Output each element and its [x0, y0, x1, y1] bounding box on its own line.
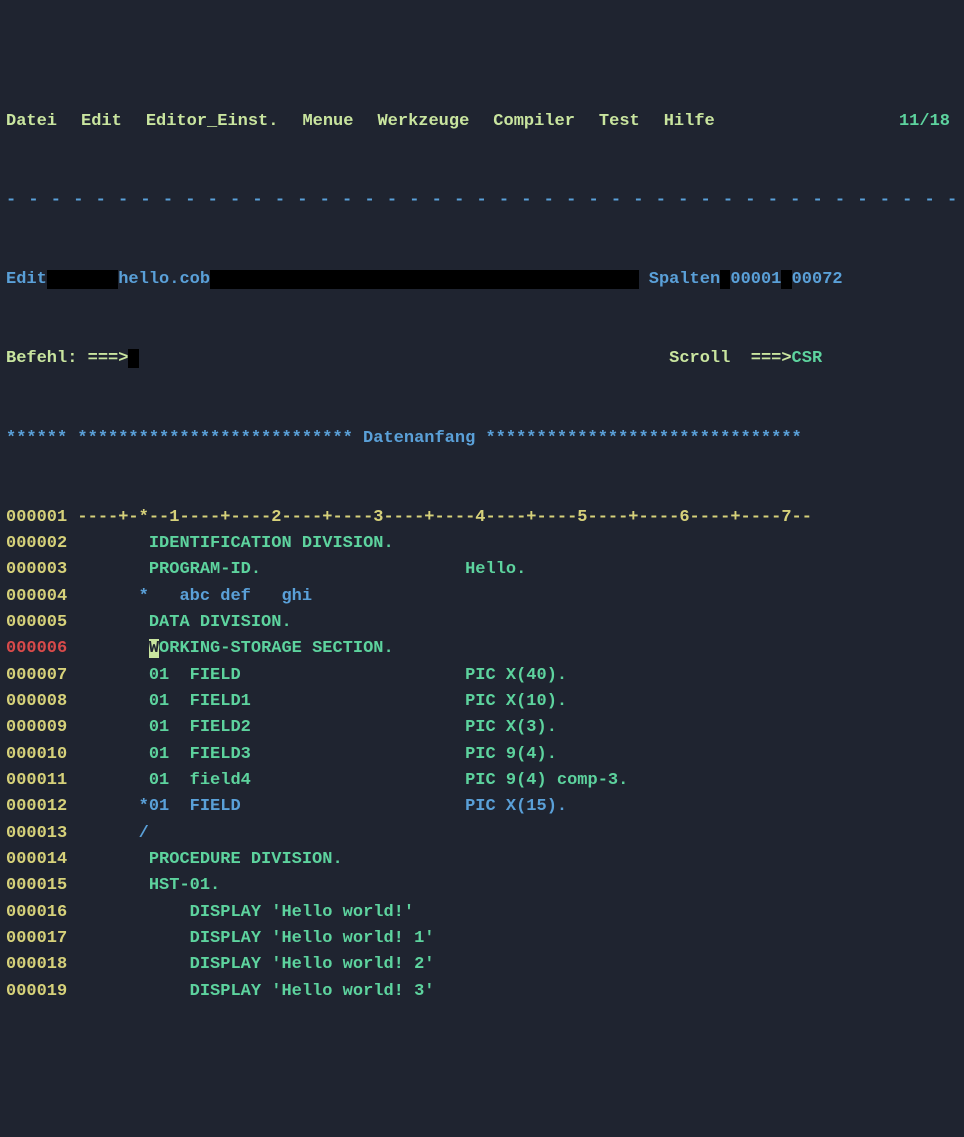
command-row[interactable]: Befehl: ===> Scroll ===>CSR	[6, 346, 958, 372]
code-line[interactable]: 000008 01 FIELD1 PIC X(10).	[6, 689, 958, 715]
scroll-label: Scroll ===>	[669, 349, 791, 368]
menu-hilfe[interactable]: Hilfe	[664, 109, 715, 135]
blank-area	[47, 270, 118, 289]
code-text[interactable]	[77, 639, 148, 658]
line-number[interactable]: 000012	[6, 797, 67, 816]
line-number[interactable]: 000010	[6, 745, 67, 764]
command-label: Befehl: ===>	[6, 349, 128, 368]
code-line[interactable]: 000016 DISPLAY 'Hello world!'	[6, 900, 958, 926]
code-line[interactable]: 000009 01 FIELD2 PIC X(3).	[6, 715, 958, 741]
code-text[interactable]: DISPLAY 'Hello world! 3'	[77, 982, 434, 1001]
code-text[interactable]: DISPLAY 'Hello world!'	[77, 903, 414, 922]
separator-line: - - - - - - - - - - - - - - - - - - - - …	[6, 188, 958, 214]
code-text[interactable]: DISPLAY 'Hello world! 1'	[77, 929, 434, 948]
filename: hello.cob	[118, 270, 210, 289]
line-number[interactable]: 000006	[6, 639, 67, 658]
menu-edit[interactable]: Edit	[81, 109, 122, 135]
line-number[interactable]: 000017	[6, 929, 67, 948]
code-text[interactable]: PROGRAM-ID. Hello.	[77, 560, 526, 579]
menu-werkzeuge[interactable]: Werkzeuge	[377, 109, 469, 135]
blank-area	[720, 270, 730, 289]
line-number[interactable]: 000004	[6, 587, 67, 606]
line-number[interactable]: 000011	[6, 771, 67, 790]
line-number[interactable]: 000007	[6, 666, 67, 685]
code-line[interactable]: 000003 PROGRAM-ID. Hello.	[6, 557, 958, 583]
code-line[interactable]: 000005 DATA DIVISION.	[6, 610, 958, 636]
code-text[interactable]: DISPLAY 'Hello world! 2'	[77, 955, 434, 974]
code-text[interactable]: 01 FIELD1 PIC X(10).	[77, 692, 567, 711]
command-input[interactable]	[128, 349, 138, 368]
menu-menue[interactable]: Menue	[302, 109, 353, 135]
code-text[interactable]: PROCEDURE DIVISION.	[77, 850, 342, 869]
comment-text[interactable]: * abc def ghi	[77, 587, 312, 606]
blank-area	[781, 270, 791, 289]
code-text[interactable]: HST-01.	[77, 876, 220, 895]
code-line[interactable]: 000014 PROCEDURE DIVISION.	[6, 847, 958, 873]
code-line[interactable]: 000004 * abc def ghi	[6, 584, 958, 610]
line-number[interactable]: 000001	[6, 508, 67, 527]
header-row: Edit hello.cob Spalten 00001 00072	[6, 267, 958, 293]
code-line[interactable]: 000013 /	[6, 821, 958, 847]
cursor-position: 11/18	[899, 109, 950, 135]
line-number[interactable]: 000002	[6, 534, 67, 553]
data-header: ****** *************************** Daten…	[6, 426, 958, 452]
code-line[interactable]: 000015 HST-01.	[6, 873, 958, 899]
code-text[interactable]: IDENTIFICATION DIVISION.	[77, 534, 393, 553]
line-number[interactable]: 000015	[6, 876, 67, 895]
menu-bar: Datei Edit Editor_Einst. Menue Werkzeuge Comp…	[6, 109, 958, 135]
line-number[interactable]: 000003	[6, 560, 67, 579]
comment-text[interactable]: /	[77, 824, 148, 843]
menu-datei[interactable]: Datei	[6, 109, 57, 135]
code-line[interactable]: 000019 DISPLAY 'Hello world! 3'	[6, 979, 958, 1005]
spalten-label: Spalten	[649, 270, 720, 289]
code-text[interactable]: DATA DIVISION.	[77, 613, 291, 632]
code-text[interactable]: 01 FIELD PIC X(40).	[77, 666, 567, 685]
line-number[interactable]: 000019	[6, 982, 67, 1001]
menu-items: Datei Edit Editor_Einst. Menue Werkzeuge Comp…	[6, 109, 739, 135]
menu-compiler[interactable]: Compiler	[493, 109, 575, 135]
code-line[interactable]: 000006 WORKING-STORAGE SECTION.	[6, 636, 958, 662]
line-number[interactable]: 000013	[6, 824, 67, 843]
line-number[interactable]: 000016	[6, 903, 67, 922]
line-number[interactable]: 000014	[6, 850, 67, 869]
code-line[interactable]: 000018 DISPLAY 'Hello world! 2'	[6, 952, 958, 978]
comment-text[interactable]: *01 FIELD PIC X(15).	[77, 797, 567, 816]
line-number[interactable]: 000008	[6, 692, 67, 711]
code-text[interactable]: ORKING-STORAGE SECTION.	[159, 639, 394, 658]
code-area[interactable]: 000001 ----+-*--1----+----2----+----3---…	[6, 505, 958, 1006]
code-line[interactable]: 000007 01 FIELD PIC X(40).	[6, 663, 958, 689]
line-number[interactable]: 000018	[6, 955, 67, 974]
code-line[interactable]: 000012 *01 FIELD PIC X(15).	[6, 794, 958, 820]
scroll-value[interactable]: CSR	[792, 349, 823, 368]
line-number[interactable]: 000009	[6, 718, 67, 737]
code-text[interactable]: 01 field4 PIC 9(4) comp-3.	[77, 771, 628, 790]
mode-label: Edit	[6, 270, 47, 289]
code-line[interactable]: 000002 IDENTIFICATION DIVISION.	[6, 531, 958, 557]
menu-editoreinst[interactable]: Editor_Einst.	[146, 109, 279, 135]
text-cursor: W	[149, 639, 159, 658]
code-line[interactable]: 000001 ----+-*--1----+----2----+----3---…	[6, 505, 958, 531]
code-line[interactable]: 000011 01 field4 PIC 9(4) comp-3.	[6, 768, 958, 794]
line-number[interactable]: 000005	[6, 613, 67, 632]
code-text[interactable]: 01 FIELD3 PIC 9(4).	[77, 745, 556, 764]
menu-test[interactable]: Test	[599, 109, 640, 135]
code-line[interactable]: 000010 01 FIELD3 PIC 9(4).	[6, 742, 958, 768]
ruler: ----+-*--1----+----2----+----3----+----4…	[77, 508, 812, 527]
code-text[interactable]: 01 FIELD2 PIC X(3).	[77, 718, 556, 737]
blank-area	[210, 270, 638, 289]
col-end: 00072	[792, 270, 843, 289]
code-line[interactable]: 000017 DISPLAY 'Hello world! 1'	[6, 926, 958, 952]
col-start: 00001	[730, 270, 781, 289]
